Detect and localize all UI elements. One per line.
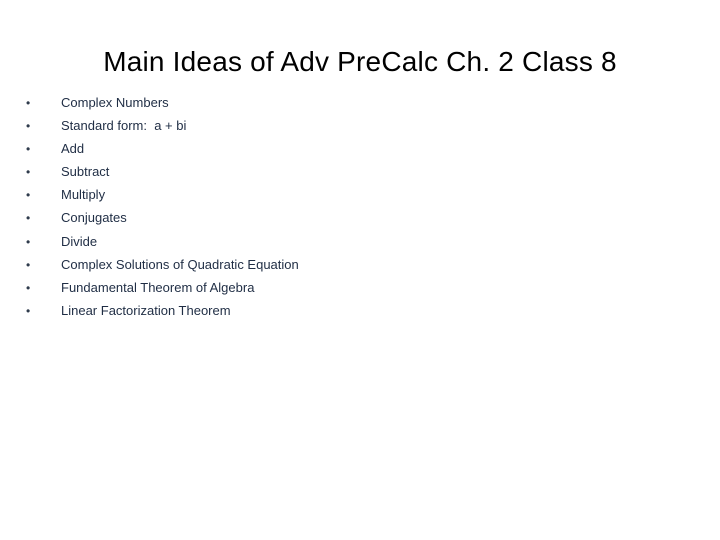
slide: Main Ideas of Adv PreCalc Ch. 2 Class 8 … — [0, 0, 720, 540]
bullet-icon: • — [26, 234, 31, 249]
list-item: • Standard form: a + bi — [0, 117, 720, 140]
list-item: • Conjugates — [0, 209, 720, 232]
list-item: • Fundamental Theorem of Algebra — [0, 279, 720, 302]
list-item: • Multiply — [0, 186, 720, 209]
list-item: • Add — [0, 140, 720, 163]
bullet-icon: • — [26, 257, 31, 272]
bullet-icon: • — [26, 119, 31, 134]
list-item-text: Conjugates — [61, 210, 127, 226]
bullet-icon: • — [26, 165, 31, 180]
list-item-text: Multiply — [61, 187, 106, 203]
list-item-text: Divide — [61, 233, 98, 249]
bullet-icon: • — [26, 303, 31, 318]
list-item-text: Complex Solutions of Quadratic Equation — [61, 256, 299, 272]
list-item-text: Add — [61, 141, 85, 157]
bullet-icon: • — [26, 142, 31, 157]
list-item: • Linear Factorization Theorem — [0, 302, 720, 325]
list-item-text: Linear Factorization Theorem — [61, 302, 231, 318]
list-item: • Complex Numbers — [0, 94, 720, 117]
bullet-icon: • — [26, 280, 31, 295]
list-item: • Divide — [0, 233, 720, 256]
slide-title: Main Ideas of Adv PreCalc Ch. 2 Class 8 — [103, 46, 617, 77]
bullet-icon: • — [26, 96, 31, 110]
list-item-text: Complex Numbers — [61, 95, 169, 110]
bullet-icon: • — [26, 211, 31, 226]
bullet-list: • Complex Numbers • Standard form: a + bi … — [0, 94, 720, 325]
bullet-icon: • — [26, 188, 31, 203]
list-item-text: Standard form: a + bi — [61, 118, 187, 134]
list-item-text: Fundamental Theorem of Algebra — [61, 279, 255, 295]
list-item: • Complex Solutions of Quadratic Equation — [0, 256, 720, 279]
list-item-text: Subtract — [61, 164, 110, 180]
list-item: • Subtract — [0, 163, 720, 186]
